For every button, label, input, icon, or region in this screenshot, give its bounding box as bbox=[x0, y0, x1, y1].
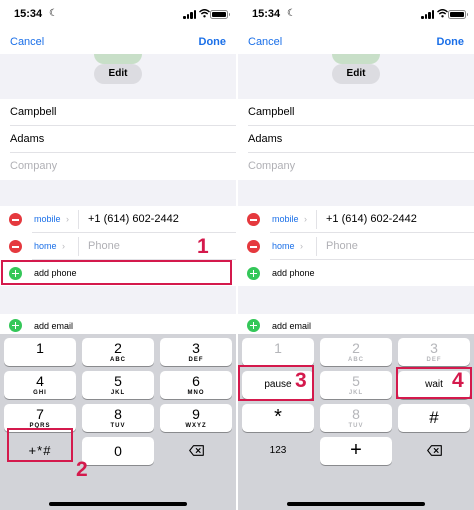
cancel-button[interactable]: Cancel bbox=[10, 36, 44, 48]
key-8[interactable]: 8 TUV bbox=[82, 404, 154, 432]
key-4[interactable]: 4 GHI bbox=[4, 371, 76, 399]
backspace-icon bbox=[427, 445, 442, 456]
nav-bar: Cancel Done bbox=[0, 28, 236, 54]
chevron-right-icon: › bbox=[300, 241, 303, 251]
callout-number-4: 4 bbox=[452, 369, 464, 392]
key-2[interactable]: 2 ABC bbox=[82, 338, 154, 366]
chevron-right-icon: › bbox=[304, 214, 307, 224]
key-0[interactable]: 0 bbox=[82, 437, 154, 465]
key-9[interactable]: 9 WXYZ bbox=[160, 404, 232, 432]
edit-photo-button[interactable]: Edit bbox=[332, 64, 380, 84]
key-5-disabled: 5 JKL bbox=[320, 371, 392, 399]
moon-icon: ☾ bbox=[287, 8, 296, 19]
phone-label-button[interactable]: mobile bbox=[272, 206, 299, 233]
backspace-key[interactable] bbox=[160, 437, 232, 465]
wifi-icon bbox=[199, 9, 210, 21]
phone-number-field[interactable]: +1 (614) 602-2442 bbox=[326, 206, 417, 233]
add-phone-row[interactable]: add phone bbox=[238, 260, 474, 287]
status-bar: 15:34 ☾ bbox=[238, 0, 474, 28]
plus-key[interactable]: + bbox=[320, 437, 392, 465]
plus-circle-icon[interactable] bbox=[247, 267, 260, 280]
phone-number-field[interactable]: +1 (614) 602-2442 bbox=[88, 206, 179, 233]
moon-icon: ☾ bbox=[49, 8, 58, 19]
home-indicator bbox=[49, 502, 187, 506]
callout-box-add-phone bbox=[1, 260, 232, 285]
key-2-disabled: 2 ABC bbox=[320, 338, 392, 366]
key-3[interactable]: 3 DEF bbox=[160, 338, 232, 366]
last-name-field[interactable]: Adams bbox=[248, 126, 474, 153]
backspace-key[interactable] bbox=[398, 437, 470, 465]
chevron-right-icon: › bbox=[62, 241, 65, 251]
callout-number-1: 1 bbox=[197, 235, 209, 258]
right-screen: 15:34 ☾ Cancel Done Edit Campbell Adams … bbox=[238, 0, 474, 510]
key-8-disabled: 8 TUV bbox=[320, 404, 392, 432]
callout-number-2: 2 bbox=[76, 458, 88, 481]
key-5[interactable]: 5 JKL bbox=[82, 371, 154, 399]
signal-icon bbox=[421, 10, 435, 19]
minus-circle-icon[interactable] bbox=[247, 213, 260, 226]
edit-photo-button[interactable]: Edit bbox=[94, 64, 142, 84]
phone-row-mobile: mobile › +1 (614) 602-2442 bbox=[238, 206, 474, 233]
callout-number-3: 3 bbox=[295, 369, 307, 392]
wifi-icon bbox=[437, 9, 448, 21]
star-key[interactable]: * bbox=[242, 404, 314, 432]
contact-photo bbox=[332, 54, 380, 64]
name-fields: Campbell Adams Company bbox=[238, 99, 474, 180]
battery-icon bbox=[448, 10, 468, 19]
done-button[interactable]: Done bbox=[437, 36, 465, 48]
minus-circle-icon[interactable] bbox=[247, 240, 260, 253]
key-3-disabled: 3 DEF bbox=[398, 338, 470, 366]
chevron-right-icon: › bbox=[66, 214, 69, 224]
status-bar: 15:34 ☾ bbox=[0, 0, 236, 28]
contact-photo-area: Edit bbox=[0, 54, 236, 98]
phone-row-mobile: mobile › +1 (614) 602-2442 bbox=[0, 206, 236, 233]
company-field[interactable]: Company bbox=[10, 153, 236, 180]
first-name-field[interactable]: Campbell bbox=[10, 99, 236, 126]
plus-circle-icon[interactable] bbox=[9, 319, 22, 332]
phone-keypad: 1 2 ABC 3 DEF 4 GHI 5 JKL 6 MNO 7 PQRS 8 TUV 9W… bbox=[0, 334, 236, 510]
contact-photo-area: Edit bbox=[238, 54, 474, 98]
hash-key[interactable]: # bbox=[398, 404, 470, 432]
phone-label-button[interactable]: home bbox=[272, 233, 295, 260]
contact-photo bbox=[94, 54, 142, 64]
cancel-button[interactable]: Cancel bbox=[248, 36, 282, 48]
home-indicator bbox=[287, 502, 425, 506]
backspace-icon bbox=[189, 445, 204, 456]
signal-icon bbox=[183, 10, 197, 19]
add-phone-label[interactable]: add phone bbox=[272, 260, 315, 287]
last-name-field[interactable]: Adams bbox=[10, 126, 236, 153]
minus-circle-icon[interactable] bbox=[9, 240, 22, 253]
phone-number-field[interactable]: Phone bbox=[88, 233, 120, 260]
status-time: 15:34 bbox=[252, 8, 281, 20]
phone-label-button[interactable]: mobile bbox=[34, 206, 61, 233]
status-time: 15:34 bbox=[14, 8, 43, 20]
plus-circle-icon[interactable] bbox=[247, 319, 260, 332]
battery-icon bbox=[210, 10, 230, 19]
phone-label-button[interactable]: home bbox=[34, 233, 57, 260]
callout-box-symbols-key bbox=[7, 428, 73, 462]
left-screen: 15:34 ☾ Cancel Done Edit Campbell Adams … bbox=[0, 0, 236, 510]
company-field[interactable]: Company bbox=[248, 153, 474, 180]
nav-bar: Cancel Done bbox=[238, 28, 474, 54]
key-6[interactable]: 6 MNO bbox=[160, 371, 232, 399]
minus-circle-icon[interactable] bbox=[9, 213, 22, 226]
phone-fields: mobile › +1 (614) 602-2442 home › Phone … bbox=[238, 206, 474, 286]
phone-keypad-symbols: 1 2 ABC 3 DEF pause 5 JKL wait * 8 TUV # 123… bbox=[238, 334, 474, 510]
key-1[interactable]: 1 bbox=[4, 338, 76, 366]
phone-row-home: home › Phone bbox=[238, 233, 474, 260]
name-fields: Campbell Adams Company bbox=[0, 99, 236, 180]
numbers-key[interactable]: 123 bbox=[242, 437, 314, 465]
done-button[interactable]: Done bbox=[199, 36, 227, 48]
phone-number-field[interactable]: Phone bbox=[326, 233, 358, 260]
first-name-field[interactable]: Campbell bbox=[248, 99, 474, 126]
key-1-disabled: 1 bbox=[242, 338, 314, 366]
tutorial-composite: 15:34 ☾ Cancel Done Edit Campbell Adams … bbox=[0, 0, 474, 510]
